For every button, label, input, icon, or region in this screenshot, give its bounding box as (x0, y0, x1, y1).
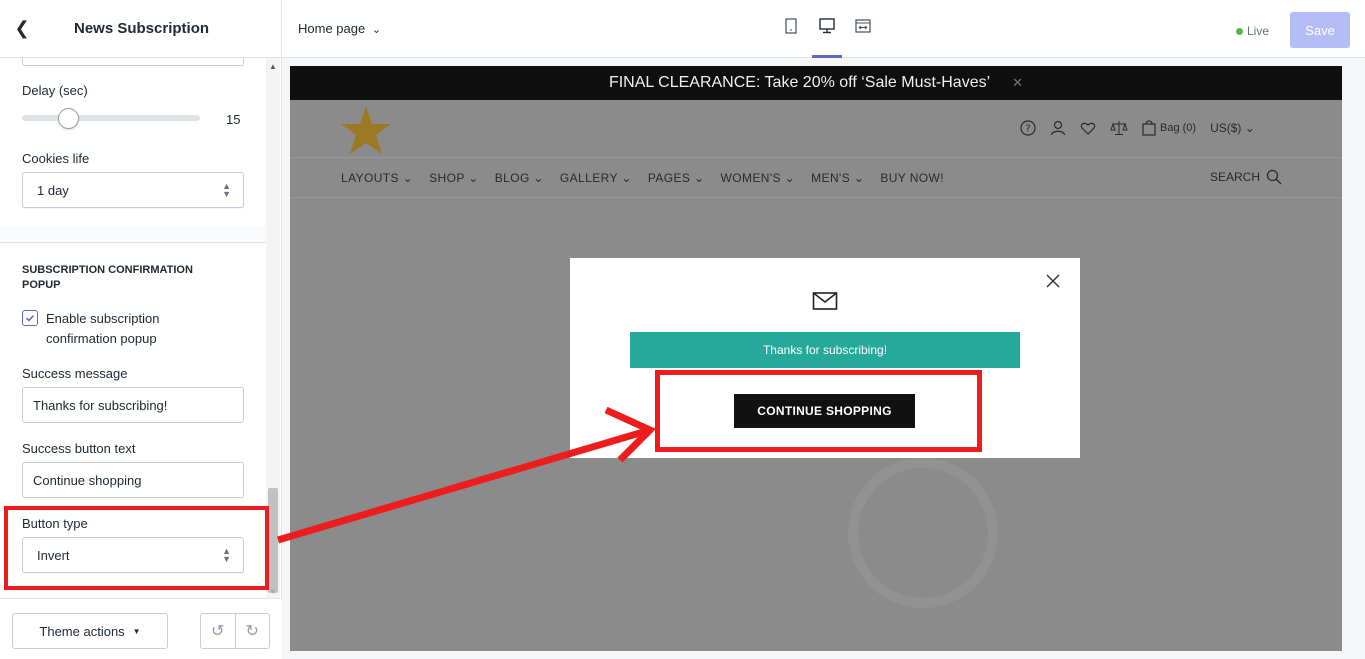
section-title: SUBSCRIPTION CONFIRMATION POPUP (22, 264, 193, 291)
nav-item-label: MEN'S (811, 171, 851, 185)
section-spacer (0, 226, 266, 242)
chevron-down-icon: ⌄ (398, 171, 414, 185)
announcement-bar: FINAL CLEARANCE: Take 20% off ‘Sale Must… (290, 66, 1342, 100)
svg-text:?: ? (1025, 124, 1030, 135)
chevron-down-icon: ⌄ (464, 171, 479, 185)
redo-icon[interactable]: ↻ (236, 614, 270, 648)
bag-icon (1142, 120, 1156, 136)
desktop-icon[interactable] (812, 18, 842, 58)
nav-item-label: PAGES (647, 171, 691, 185)
nav-item[interactable]: BUY NOW! (880, 171, 944, 185)
divider (0, 242, 266, 243)
compare-scales-icon[interactable] (1110, 120, 1128, 136)
nav-item[interactable]: WOMEN'S ⌄ (721, 171, 796, 185)
chevron-down-icon: ⌄ (368, 24, 382, 36)
success-message-bar: Thanks for subscribing! (630, 332, 1020, 368)
chevron-down-icon: ⌄ (780, 171, 796, 185)
store-preview: FINAL CLEARANCE: Take 20% off ‘Sale Must… (290, 66, 1342, 651)
close-icon[interactable]: ✕ (1012, 75, 1023, 91)
previous-field[interactable] (22, 58, 244, 66)
chevron-down-icon: ⌄ (690, 171, 705, 185)
close-icon[interactable] (1044, 272, 1062, 290)
nav-item[interactable]: BLOG ⌄ (495, 171, 544, 185)
caret-down-icon: ▼ (132, 626, 141, 636)
main-nav: LAYOUTS ⌄ SHOP ⌄ BLOG ⌄ GALLERY ⌄ PAGES ⌄ WOM… (290, 158, 1342, 198)
currency-label: US($) (1210, 121, 1242, 135)
undo-redo-group: ↺ ↻ (200, 613, 270, 649)
top-bar: Home page ⌄ Live Save (282, 0, 1365, 58)
header-icons: ? Bag (0) US($) ⌄ (1020, 120, 1255, 136)
delay-value: 15 (226, 112, 241, 127)
nav-item[interactable]: SHOP ⌄ (429, 171, 479, 185)
success-button-label: Success button text (22, 441, 136, 456)
account-icon[interactable] (1050, 120, 1066, 136)
nav-item[interactable]: LAYOUTS ⌄ (341, 171, 413, 185)
delay-slider-handle[interactable] (58, 108, 79, 129)
nav-item-label: BUY NOW! (880, 171, 944, 185)
nav-item-label: SHOP (429, 171, 465, 185)
chevron-down-icon: ⌄ (529, 171, 544, 185)
annotation-highlight-box (655, 370, 982, 452)
mobile-icon[interactable] (782, 18, 800, 40)
nav-item-label: GALLERY (559, 171, 618, 185)
sidebar-title: News Subscription (74, 20, 210, 37)
bag-link[interactable]: Bag (0) (1142, 120, 1196, 136)
scrollbar-thumb[interactable] (268, 488, 278, 593)
watermark-badge (848, 458, 998, 608)
check-icon (25, 314, 35, 322)
scroll-up-icon[interactable]: ▲ (269, 62, 277, 71)
select-caret-icon: ▲ ▼ (222, 181, 231, 199)
theme-editor: ❮ News Subscription Delay (sec) 15 Cooki… (0, 0, 1365, 659)
chevron-down-icon: ⌄ (1244, 121, 1255, 135)
nav-item-label: WOMEN'S (720, 171, 781, 185)
delay-slider-track[interactable] (22, 115, 200, 121)
nav-item[interactable]: GALLERY ⌄ (560, 171, 632, 185)
page-selector[interactable]: Home page ⌄ (298, 21, 381, 36)
theme-actions-button[interactable]: Theme actions ▼ (12, 613, 168, 649)
currency-selector[interactable]: US($) ⌄ (1210, 121, 1255, 135)
enable-popup-checkbox[interactable] (22, 310, 38, 326)
success-button-input[interactable]: Continue shopping (22, 462, 244, 498)
cookies-label: Cookies life (22, 151, 90, 166)
scroll-down-icon[interactable]: ▼ (269, 587, 277, 596)
back-icon[interactable]: ❮ (0, 0, 44, 58)
logo-star-icon[interactable] (338, 104, 394, 156)
nav-item[interactable]: MEN'S ⌄ (811, 171, 864, 185)
live-status: Live (1236, 24, 1269, 38)
nav-item-label: LAYOUTS (341, 171, 399, 185)
fullscreen-icon[interactable] (854, 18, 872, 40)
undo-icon[interactable]: ↺ (201, 614, 236, 648)
announcement-text: FINAL CLEARANCE: Take 20% off ‘Sale Must… (608, 74, 991, 91)
annotation-highlight-box (4, 506, 269, 590)
chevron-down-icon: ⌄ (617, 171, 632, 185)
nav-search[interactable]: SEARCH (1210, 169, 1282, 185)
search-label: SEARCH (1210, 170, 1261, 184)
sidebar-header: ❮ News Subscription (0, 0, 281, 58)
cookies-select[interactable]: 1 day ▲ ▼ (22, 172, 244, 208)
live-label: Live (1247, 24, 1270, 38)
delay-label: Delay (sec) (22, 83, 88, 98)
search-icon (1266, 169, 1282, 185)
sidebar-footer: Theme actions ▼ ↺ ↻ (0, 598, 282, 659)
page-selector-label: Home page (298, 21, 366, 36)
theme-actions-label: Theme actions (39, 623, 125, 639)
bag-count: Bag (0) (1160, 122, 1197, 134)
store-header: ? Bag (0) US($) ⌄ (290, 100, 1342, 158)
save-button[interactable]: Save (1290, 12, 1350, 48)
device-switcher (782, 18, 872, 58)
live-dot-icon (1236, 27, 1243, 35)
chevron-down-icon: ⌄ (850, 171, 865, 185)
envelope-icon (812, 292, 838, 310)
wishlist-heart-icon[interactable] (1080, 120, 1096, 136)
help-icon[interactable]: ? (1020, 120, 1036, 136)
nav-item[interactable]: PAGES ⌄ (648, 171, 705, 185)
cookies-value: 1 day (37, 182, 69, 198)
nav-item-label: BLOG (494, 171, 530, 185)
success-message-label: Success message (22, 366, 128, 381)
success-message-input[interactable]: Thanks for subscribing! (22, 387, 244, 423)
enable-popup-label: Enable subscription confirmation popup (46, 311, 160, 346)
nav-items: LAYOUTS ⌄ SHOP ⌄ BLOG ⌄ GALLERY ⌄ PAGES ⌄ WOM… (341, 171, 944, 185)
